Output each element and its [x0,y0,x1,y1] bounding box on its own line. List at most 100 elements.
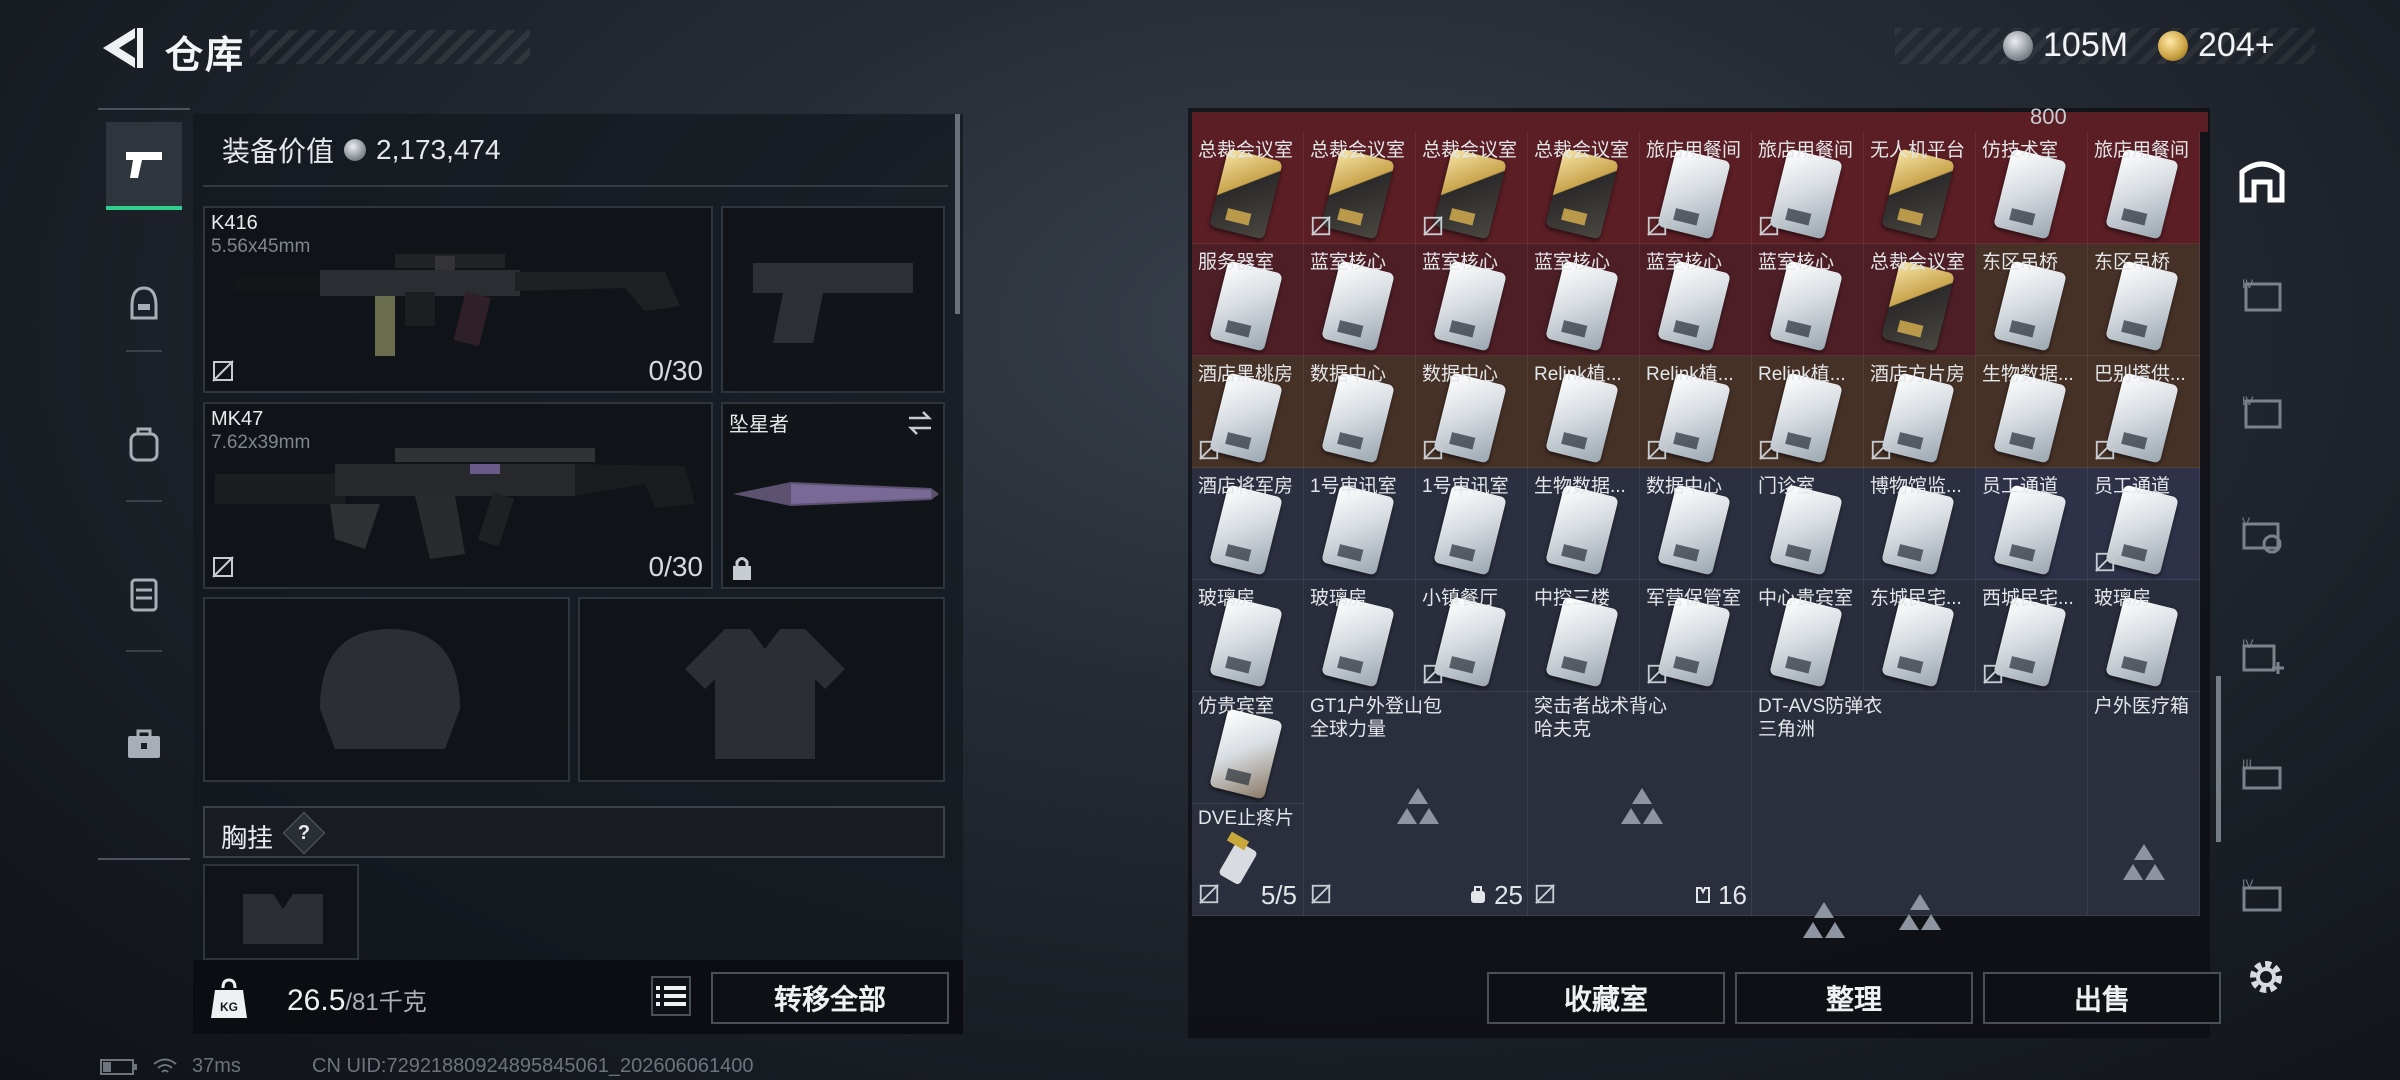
stash-tab-icon[interactable] [2234,152,2290,208]
stash-keycard-cell[interactable]: 仿技术室 [1976,132,2088,244]
stash-scrollbar[interactable] [2216,676,2221,842]
stash-keycard-cell[interactable]: 玻璃房 [2088,580,2200,692]
stash-keycard-cell[interactable]: 酒店方片房 [1864,356,1976,468]
helmet-slot[interactable] [203,597,570,782]
stash-keycard-cell[interactable]: 服务器室 [1192,244,1304,356]
stash-keycard-cell[interactable]: 玻璃房 [1304,580,1416,692]
stash-keycard-cell[interactable]: 数据中心 [1416,356,1528,468]
transfer-all-button[interactable]: 转移全部 [711,972,949,1024]
chest-rig-slot[interactable] [203,864,359,960]
gold-currency[interactable]: 204+ [2158,26,2275,65]
stash-keycard-cell[interactable]: 旅店用餐间 [2088,132,2200,244]
sell-button[interactable]: 出售 [1983,972,2221,1024]
keycard-label: 总裁会议室 [1198,140,1294,161]
stash-keycard-cell[interactable]: 巴别塔供... [2088,356,2200,468]
keycard-image [1209,260,1283,352]
primary-weapon-slot[interactable]: K416 5.56x45mm 0/30 [203,206,713,393]
settings-gear-icon[interactable] [2244,955,2288,999]
stash-keycard-cell[interactable]: 总裁会议室 [1864,244,1976,356]
rail-tab-weapons[interactable] [106,122,182,210]
body-armor-slot[interactable] [578,597,945,782]
stash-keycard-cell[interactable]: 1号审讯室 [1304,468,1416,580]
stash-keycard-cell[interactable]: 蓝室核心 [1640,244,1752,356]
stash-keycard-cell[interactable]: 总裁会议室 [1304,132,1416,244]
stash-keycard-cell[interactable]: 西城民宅... [1976,580,2088,692]
ammo-case-tab-icon[interactable]: IV [2234,868,2290,924]
secondary-weapon-slot[interactable]: MK47 7.62x39mm 0/30 [203,402,713,589]
stash-keycard-cell[interactable]: 酒店黑桃房 [1192,356,1304,468]
stash-cell-medkit[interactable]: 户外医疗箱 [2088,692,2200,916]
stash-keycard-cell[interactable]: 数据中心 [1304,356,1416,468]
stash-keycard-cell[interactable]: 蓝室核心 [1304,244,1416,356]
stash-keycard-cell[interactable]: 1号审讯室 [1416,468,1528,580]
svg-text:IV: IV [2242,394,2253,408]
stash-keycard-cell[interactable]: 中控三楼 [1528,580,1640,692]
keycard-image [1993,596,2067,688]
container-tab-icon[interactable]: IV [2234,268,2290,324]
stash-keycard-cell[interactable]: 博物馆监... [1864,468,1976,580]
list-view-button[interactable] [651,976,691,1016]
stash-keycard-cell[interactable]: 生物数据... [1528,468,1640,580]
stash-keycard-cell[interactable]: 东城民宅... [1864,580,1976,692]
help-icon[interactable]: ? [282,811,326,855]
rail-tab-case[interactable] [106,700,182,788]
rail-tab-armor[interactable] [106,550,182,638]
stash-keycard-cell[interactable]: 员工通道 [2088,468,2200,580]
melee-slot[interactable]: 坠星者 [721,402,945,589]
gold-coin-icon [2158,30,2188,61]
stash-keycard-cell[interactable]: 总裁会议室 [1192,132,1304,244]
rail-tab-backpack[interactable] [106,400,182,488]
stash-keycard-cell[interactable]: 总裁会议室 [1416,132,1528,244]
keycard-label: 无人机平台 [1870,140,1966,161]
no-insurance-icon [1983,664,2003,684]
silver-currency[interactable]: 105M [2003,26,2128,65]
stash-keycard-cell[interactable]: 旅店用餐间 [1640,132,1752,244]
stash-keycard-cell[interactable]: 无人机平台 [1864,132,1976,244]
stash-keycard-cell[interactable]: Relink植... [1752,356,1864,468]
rifle-image [215,448,695,559]
stash-keycard-cell[interactable]: 东区吊桥 [1976,244,2088,356]
swap-icon[interactable] [905,410,935,436]
stash-cell-vip-key[interactable]: 仿贵宾室 [1192,692,1304,804]
keycard-label: 军营保管室 [1646,588,1742,609]
stash-keycard-cell[interactable]: 旅店用餐间 [1752,132,1864,244]
stash-keycard-cell[interactable]: Relink植... [1528,356,1640,468]
weapon-case-tab-icon[interactable]: III [2234,748,2290,804]
stash-keycard-cell[interactable]: 蓝室核心 [1416,244,1528,356]
stash-keycard-cell[interactable]: 数据中心 [1640,468,1752,580]
stash-keycard-cell[interactable]: Relink植... [1640,356,1752,468]
stash-cell-body-armor[interactable]: DT-AVS防弹衣 三角洲 [1752,692,2088,930]
keycard-label: 门诊室 [1758,476,1816,497]
stash-keycard-cell[interactable]: 中心贵宾室 [1752,580,1864,692]
stash-keycard-cell[interactable]: 蓝室核心 [1752,244,1864,356]
stash-keycard-cell[interactable]: 东区吊桥 [2088,244,2200,356]
stash-cell-tactical-vest[interactable]: 突击者战术背心 哈夫克 16 [1528,692,1752,916]
keycard-label: 总裁会议室 [1310,140,1406,161]
stash-keycard-cell[interactable]: 门诊室 [1752,468,1864,580]
stash-cell-backpack[interactable]: GT1户外登山包 全球力量 25 [1304,692,1528,916]
back-arrow-icon[interactable] [95,22,147,74]
container-tab-icon[interactable]: IV [2234,385,2290,441]
stash-keycard-cell[interactable]: 玻璃房 [1192,580,1304,692]
rail-tab-helmet[interactable] [106,260,182,348]
medical-case-tab-icon[interactable]: IV [2234,628,2290,684]
pistol-slot[interactable] [721,206,945,393]
stash-keycard-cell[interactable]: 生物数据... [1976,356,2088,468]
keycard-image [1321,596,1395,688]
equipment-scrollbar[interactable] [955,114,960,314]
stash-keycard-cell[interactable]: 小镇餐厅 [1416,580,1528,692]
keycard-label: 玻璃房 [1198,588,1256,609]
sort-button[interactable]: 整理 [1735,972,1973,1024]
stash-keycard-cell[interactable]: 酒店将军房 [1192,468,1304,580]
stash-keycard-cell[interactable]: 蓝室核心 [1528,244,1640,356]
keycard-image [1769,372,1843,464]
stash-keycard-cell[interactable]: 军营保管室 [1640,580,1752,692]
svg-text:IV: IV [2242,877,2253,891]
stash-cell-painkiller[interactable]: DVE止疼片 5/5 [1192,804,1304,916]
collection-room-button[interactable]: 收藏室 [1487,972,1725,1024]
keycard-label: 西城民宅... [1982,588,2074,609]
stash-keycard-cell[interactable]: 员工通道 [1976,468,2088,580]
gear-case-tab-icon[interactable]: V [2234,506,2290,562]
stash-keycard-cell[interactable]: 总裁会议室 [1528,132,1640,244]
keycard-image [1209,372,1283,464]
